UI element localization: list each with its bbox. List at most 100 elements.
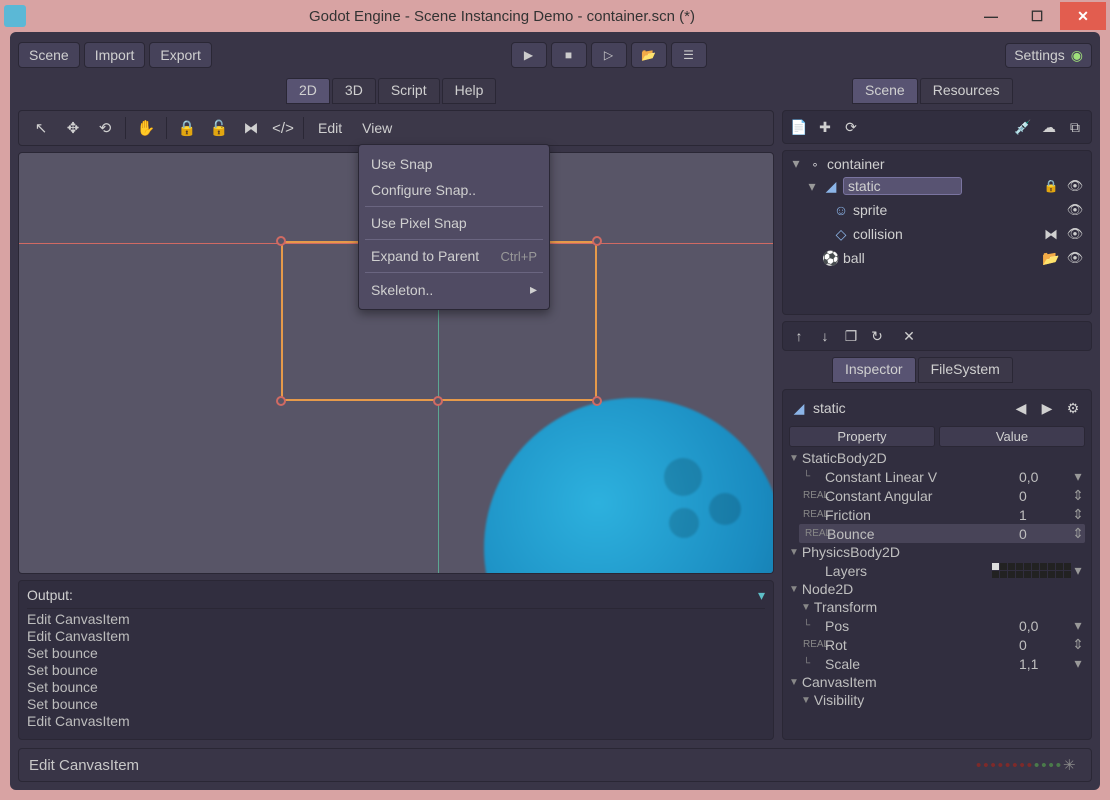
output-line: Set bounce: [27, 645, 765, 662]
tab-scene[interactable]: Scene: [852, 78, 918, 104]
edit-use-pixel-snap[interactable]: Use Pixel Snap: [365, 210, 543, 236]
output-panel: Output: ▾ Edit CanvasItem Edit CanvasIte…: [18, 580, 774, 740]
tab-script[interactable]: Script: [378, 78, 440, 104]
open-scene-button[interactable]: 📂: [631, 42, 667, 68]
app-logo-icon: [4, 5, 26, 27]
toolbar-edit-menu[interactable]: Edit: [310, 117, 350, 139]
history-forward-icon[interactable]: ▶: [1037, 398, 1057, 418]
handle-icon[interactable]: [592, 236, 602, 246]
open-scene-icon[interactable]: 📂: [1041, 248, 1061, 268]
prop-constant-angular[interactable]: REALConstant Angular0⇕: [789, 486, 1085, 505]
inspector-panel: ◢ static ◀ ▶ ⚙ Property Value ▼StaticBod…: [782, 389, 1092, 740]
connect-icon[interactable]: 💉: [1013, 117, 1033, 137]
close-button[interactable]: ✕: [1060, 2, 1106, 30]
tab-filesystem[interactable]: FileSystem: [918, 357, 1013, 383]
add-node-icon[interactable]: ✚: [815, 117, 835, 137]
handle-icon[interactable]: [276, 236, 286, 246]
maximize-button[interactable]: ☐: [1014, 2, 1060, 30]
group-physicsbody2d[interactable]: ▼PhysicsBody2D: [789, 543, 1085, 561]
lock-icon[interactable]: [1041, 176, 1061, 196]
group-icon[interactable]: ☁: [1039, 117, 1059, 137]
menu-import[interactable]: Import: [84, 42, 146, 68]
duplicate-icon[interactable]: ❐: [841, 326, 861, 346]
reparent-icon[interactable]: ↻: [867, 326, 887, 346]
visibility-icon[interactable]: [1065, 200, 1085, 220]
inspector-settings-icon[interactable]: ⚙: [1063, 398, 1083, 418]
prop-pos[interactable]: └Pos0,0▾: [789, 616, 1085, 635]
canvas-toolbar: ↖ ✥ ⟲ ✋ 🔒 🔓 ⧓ </> Edit View Use Snap Con…: [18, 110, 774, 146]
link-icon[interactable]: ⧓: [1041, 224, 1061, 244]
ball-sprite[interactable]: [484, 398, 774, 574]
visibility-icon[interactable]: [1065, 176, 1085, 196]
rotate-tool[interactable]: ⟲: [91, 115, 119, 141]
window-title: Godot Engine - Scene Instancing Demo - c…: [36, 8, 968, 25]
group-staticbody2d[interactable]: ▼StaticBody2D: [789, 449, 1085, 467]
tab-3d[interactable]: 3D: [332, 78, 376, 104]
new-scene-icon[interactable]: 📄: [789, 117, 809, 137]
move-up-icon[interactable]: ↑: [789, 326, 809, 346]
output-line: Set bounce: [27, 679, 765, 696]
move-tool[interactable]: ✥: [59, 115, 87, 141]
instance-icon[interactable]: ⟳: [841, 117, 861, 137]
output-collapse-icon[interactable]: ▾: [758, 587, 765, 604]
tab-help[interactable]: Help: [442, 78, 497, 104]
output-line: Edit CanvasItem: [27, 611, 765, 628]
sprite-icon: ☺: [833, 202, 849, 218]
menu-export[interactable]: Export: [149, 42, 211, 68]
lock-tool[interactable]: 🔒: [173, 115, 201, 141]
group-node2d[interactable]: ▼Node2D: [789, 580, 1085, 598]
inspector-object-name: static: [813, 400, 846, 416]
edit-skeleton[interactable]: Skeleton..▸: [365, 276, 543, 303]
output-lines: Edit CanvasItem Edit CanvasItem Set boun…: [27, 611, 765, 735]
tree-node-collision[interactable]: ◇collision⧓: [787, 222, 1087, 246]
toolbar-view-menu[interactable]: View: [354, 117, 400, 139]
group-canvasitem[interactable]: ▼CanvasItem: [789, 673, 1085, 691]
status-text: Edit CanvasItem: [29, 757, 139, 774]
group-transform[interactable]: ▼Transform: [789, 598, 1085, 616]
prop-scale[interactable]: └Scale1,1▾: [789, 654, 1085, 673]
group-visibility[interactable]: ▼Visibility: [789, 691, 1085, 709]
move-down-icon[interactable]: ↓: [815, 326, 835, 346]
play-button[interactable]: ▶: [511, 42, 547, 68]
history-back-icon[interactable]: ◀: [1011, 398, 1031, 418]
visibility-icon[interactable]: [1065, 224, 1085, 244]
script-icon[interactable]: ⧉: [1065, 117, 1085, 137]
scene-toolbar: 📄 ✚ ⟳ 💉 ☁ ⧉: [782, 110, 1092, 144]
stop-button[interactable]: ■: [551, 42, 587, 68]
tree-node-container[interactable]: ▾◦container: [787, 153, 1087, 174]
value-column-header: Value: [939, 426, 1085, 447]
edit-configure-snap[interactable]: Configure Snap..: [365, 177, 543, 203]
layers-grid[interactable]: [992, 563, 1071, 578]
list-button[interactable]: ☰: [671, 42, 707, 68]
pan-tool[interactable]: ✋: [132, 115, 160, 141]
visibility-icon[interactable]: [1065, 248, 1085, 268]
play-scene-button[interactable]: ▷: [591, 42, 627, 68]
prop-friction[interactable]: REALFriction1⇕: [789, 505, 1085, 524]
menu-scene[interactable]: Scene: [18, 42, 80, 68]
tree-node-static[interactable]: ▾◢static: [787, 174, 1087, 198]
tree-node-sprite[interactable]: ☺sprite: [787, 198, 1087, 222]
prop-layers[interactable]: Layers▾: [789, 561, 1085, 580]
handle-icon[interactable]: [592, 396, 602, 406]
prop-rot[interactable]: REALRot0⇕: [789, 635, 1085, 654]
settings-button[interactable]: Settings ◉: [1005, 43, 1092, 68]
link-tool[interactable]: ⧓: [237, 115, 265, 141]
prop-constant-linear-v[interactable]: └Constant Linear V0,0▾: [789, 467, 1085, 486]
statusbar: Edit CanvasItem •••••••••••• ✳: [18, 748, 1092, 782]
select-tool[interactable]: ↖: [27, 115, 55, 141]
unlock-tool[interactable]: 🔓: [205, 115, 233, 141]
code-tool[interactable]: </>: [269, 115, 297, 141]
tab-inspector[interactable]: Inspector: [832, 357, 916, 383]
tab-2d[interactable]: 2D: [286, 78, 330, 104]
minimize-button[interactable]: —: [968, 2, 1014, 30]
tab-resources[interactable]: Resources: [920, 78, 1013, 104]
tree-node-ball[interactable]: ⚽ball📂: [787, 246, 1087, 270]
gear-icon: ◉: [1071, 47, 1083, 64]
edit-use-snap[interactable]: Use Snap: [365, 151, 543, 177]
edit-expand-to-parent[interactable]: Expand to ParentCtrl+P: [365, 243, 543, 269]
settings-label: Settings: [1014, 47, 1065, 63]
delete-node-icon[interactable]: ✕: [899, 326, 919, 346]
handle-icon[interactable]: [276, 396, 286, 406]
prop-bounce[interactable]: REALBounce0⇕: [799, 524, 1085, 543]
handle-icon[interactable]: [433, 396, 443, 406]
